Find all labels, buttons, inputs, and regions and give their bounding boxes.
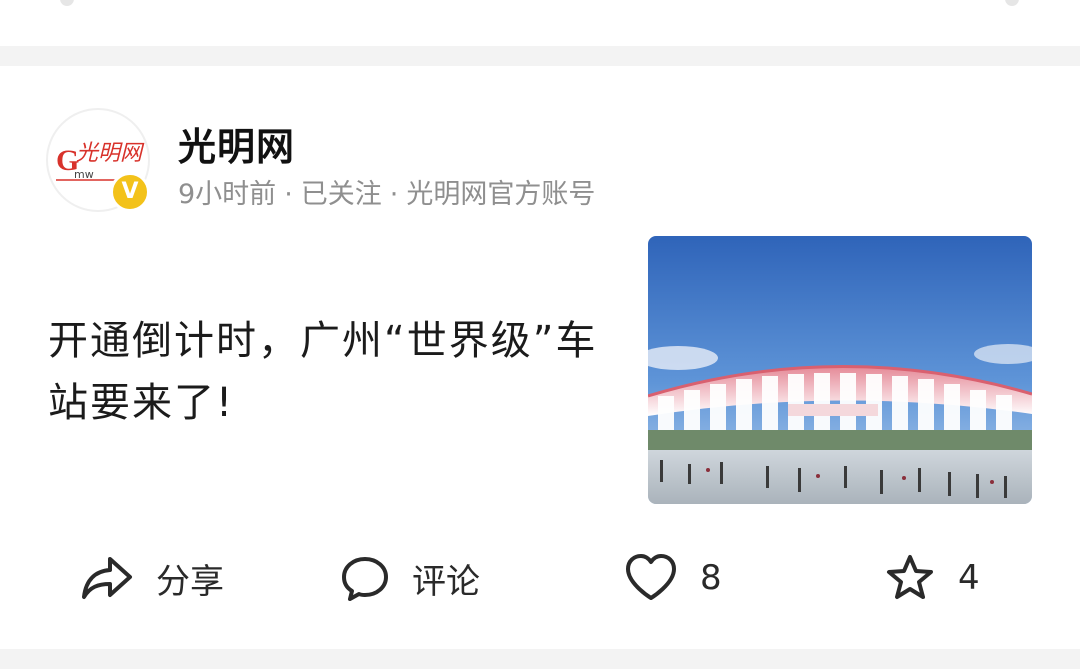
post-thumbnail[interactable]	[648, 236, 1032, 504]
comment-label: 评论	[412, 561, 480, 602]
svg-text:光明网: 光明网	[76, 141, 145, 166]
share-label: 分享	[156, 561, 224, 602]
meta-separator: ·	[284, 179, 293, 210]
feed-card[interactable]: G 光明网 mw V 光明网 9小时前 · 已关注 · 光明网官方账号 开通倒计时，广州…	[0, 66, 1080, 649]
share-icon	[82, 557, 132, 599]
stadium-photo-icon	[648, 236, 1032, 504]
favorite-count: 4	[958, 558, 980, 598]
card-divider	[0, 46, 1080, 66]
share-button[interactable]: 分享	[80, 548, 224, 608]
like-button[interactable]: 8	[624, 548, 722, 608]
previous-card-edge	[0, 0, 1080, 46]
post-title[interactable]: 开通倒计时，广州“世界级”车站要来了!	[48, 310, 608, 434]
svg-text:mw: mw	[74, 168, 94, 181]
star-icon	[887, 555, 933, 599]
comment-icon	[342, 557, 388, 601]
meta-separator: ·	[389, 179, 399, 210]
like-count: 8	[700, 558, 722, 598]
heart-icon	[626, 554, 676, 600]
account-type: 光明网官方账号	[406, 179, 596, 210]
verified-badge-icon: V	[110, 172, 150, 212]
comment-button[interactable]: 评论	[340, 548, 480, 608]
author-name[interactable]: 光明网	[178, 116, 295, 171]
post-time: 9小时前	[178, 179, 277, 210]
favorite-button[interactable]: 4	[884, 548, 980, 608]
card-divider	[0, 649, 1080, 669]
icon-fragment	[60, 0, 74, 6]
post-meta: 9小时前 · 已关注 · 光明网官方账号	[178, 172, 595, 211]
follow-status[interactable]: 已关注	[301, 179, 382, 210]
icon-fragment	[1005, 0, 1019, 6]
